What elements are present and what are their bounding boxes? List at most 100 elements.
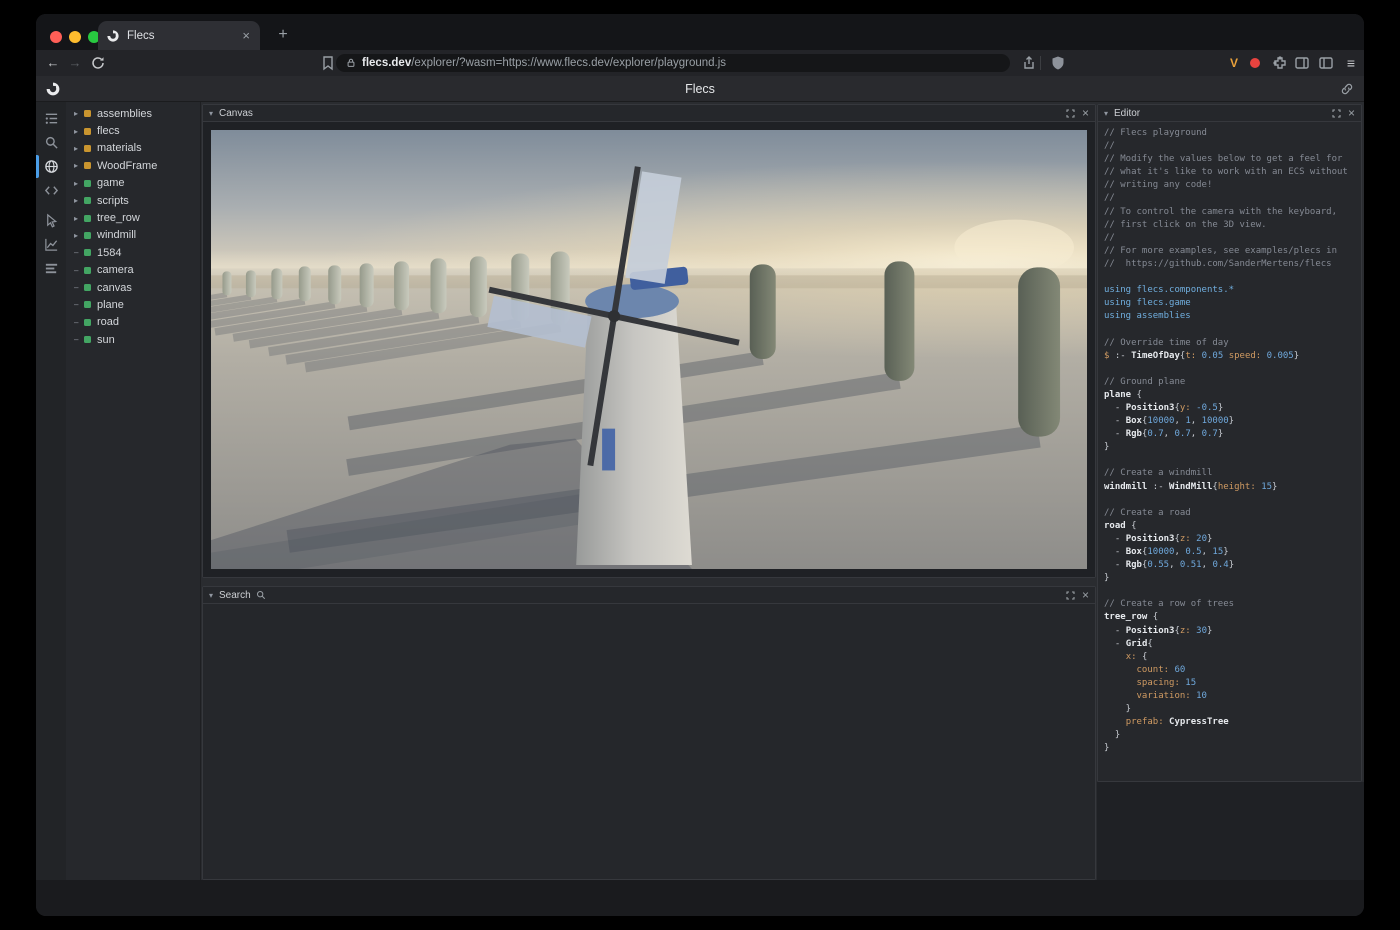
code-line: using flecs.components.* (1104, 284, 1361, 297)
tree-item-label: tree_row (97, 212, 140, 224)
entity-color-icon (84, 336, 91, 343)
share-icon[interactable] (1021, 55, 1037, 71)
canvas-body (203, 122, 1095, 577)
canvas-panel-title: Canvas (219, 108, 253, 119)
site-info-icon[interactable] (346, 58, 356, 68)
url-path: /explorer/?wasm=https://www.flecs.dev/ex… (411, 57, 726, 69)
code-line: } (1104, 441, 1361, 454)
close-tab-icon[interactable]: × (240, 28, 252, 43)
close-window-button[interactable] (50, 31, 62, 43)
expander-icon[interactable]: ▸ (74, 231, 84, 240)
tree-item-flecs[interactable]: ▸flecs (66, 122, 200, 139)
code-line: // (1104, 192, 1361, 205)
entity-color-icon (84, 249, 91, 256)
active-rail-indicator (36, 155, 39, 178)
shield-icon[interactable] (1050, 55, 1066, 71)
expander-icon[interactable]: ▸ (74, 214, 84, 223)
toolbar-divider (1040, 56, 1041, 70)
code-line: // Override time of day (1104, 337, 1361, 350)
address-bar[interactable]: flecs.dev/explorer/?wasm=https://www.fle… (336, 54, 1010, 72)
tree-item-WoodFrame[interactable]: ▸WoodFrame (66, 157, 200, 174)
expander-icon[interactable]: ▸ (74, 144, 84, 153)
forward-button[interactable]: → (66, 54, 84, 72)
url-host: flecs.dev (362, 57, 411, 69)
collapse-chevron-icon[interactable]: ▾ (209, 591, 213, 600)
code-line: } (1104, 703, 1361, 716)
tree-item-windmill[interactable]: ▸windmill (66, 227, 200, 244)
browser-tab[interactable]: Flecs × (98, 21, 260, 50)
editor-panel-header: ▾ Editor × (1098, 105, 1361, 122)
search-body[interactable] (203, 604, 1095, 879)
editor-panel-title: Editor (1114, 108, 1140, 119)
code-line: // For more examples, see examples/plecs… (1104, 245, 1361, 258)
fullscreen-icon[interactable] (1066, 591, 1075, 600)
tree-item-canvas[interactable]: –canvas (66, 279, 200, 296)
extensions-puzzle-icon[interactable] (1272, 55, 1288, 71)
close-panel-icon[interactable]: × (1348, 108, 1355, 118)
bookmark-icon[interactable] (320, 55, 336, 71)
code-line: // Create a road (1104, 507, 1361, 520)
code-line (1104, 363, 1361, 376)
code-line: using flecs.game (1104, 297, 1361, 310)
code-line: - Position3{z: 30} (1104, 625, 1361, 638)
tree-item-plane[interactable]: –plane (66, 296, 200, 313)
fullscreen-icon[interactable] (1332, 109, 1341, 118)
expander-icon[interactable]: ▸ (74, 127, 84, 136)
vimium-extension-icon[interactable]: V (1226, 55, 1242, 71)
code-line: windmill :- WindMill{height: 15} (1104, 481, 1361, 494)
code-line (1104, 585, 1361, 598)
reload-button[interactable] (90, 55, 106, 71)
tree-item-camera[interactable]: –camera (66, 262, 200, 279)
browser-menu-icon[interactable]: ≡ (1342, 54, 1360, 72)
editor-code[interactable]: // Flecs playground//// Modify the value… (1098, 122, 1361, 781)
recorder-extension-icon[interactable] (1250, 58, 1260, 68)
tree-item-scripts[interactable]: ▸scripts (66, 192, 200, 209)
expander-icon[interactable]: ▸ (74, 109, 84, 118)
code-line: spacing: 15 (1104, 677, 1361, 690)
entity-color-icon (84, 215, 91, 222)
close-panel-icon[interactable]: × (1082, 108, 1089, 118)
code-line: // (1104, 232, 1361, 245)
code-line: // Flecs playground (1104, 127, 1361, 140)
collapse-chevron-icon[interactable]: ▾ (209, 109, 213, 118)
code-line: - Rgb{0.55, 0.51, 0.4} (1104, 559, 1361, 572)
back-button[interactable]: ← (44, 54, 62, 72)
tree-item-materials[interactable]: ▸materials (66, 140, 200, 157)
code-line: } (1104, 729, 1361, 742)
rail-scene-icon[interactable] (36, 154, 66, 178)
expander-icon[interactable]: ▸ (74, 196, 84, 205)
collapse-chevron-icon[interactable]: ▾ (1104, 109, 1108, 118)
rail-stats-icon[interactable] (36, 256, 66, 280)
tree-item-sun[interactable]: –sun (66, 331, 200, 348)
fullscreen-icon[interactable] (1066, 109, 1075, 118)
rail-entity-tree-icon[interactable] (36, 106, 66, 130)
minimize-window-button[interactable] (69, 31, 81, 43)
sidebar-toggle-icon[interactable] (1294, 55, 1310, 71)
expander-icon[interactable]: ▸ (74, 161, 84, 170)
tree-item-road[interactable]: –road (66, 314, 200, 331)
new-tab-button[interactable]: + (272, 24, 294, 46)
rail-chart-icon[interactable] (36, 232, 66, 256)
tree-item-assemblies[interactable]: ▸ assemblies (66, 105, 200, 122)
expander-icon[interactable]: ▸ (74, 179, 84, 188)
tree-item-label: assemblies (97, 108, 152, 120)
rail-code-icon[interactable] (36, 178, 66, 202)
reading-list-icon[interactable] (1318, 55, 1334, 71)
close-panel-icon[interactable]: × (1082, 590, 1089, 600)
share-link-icon[interactable] (1340, 82, 1354, 96)
entity-color-icon (84, 232, 91, 239)
tree-item-1584[interactable]: –1584 (66, 244, 200, 261)
code-line: // https://github.com/SanderMertens/flec… (1104, 258, 1361, 271)
editor-panel: ▾ Editor × // Flecs playground//// Modif… (1097, 104, 1362, 782)
tab-strip: Flecs × + (36, 14, 1364, 50)
entity-tree: ▸ assemblies ▸flecs▸materials▸WoodFrame▸ga… (66, 102, 201, 880)
entity-color-icon (84, 145, 91, 152)
tree-item-label: road (97, 316, 119, 328)
tree-item-game[interactable]: ▸game (66, 175, 200, 192)
code-line: count: 60 (1104, 664, 1361, 677)
rail-search-icon[interactable] (36, 130, 66, 154)
entity-color-icon (84, 301, 91, 308)
3d-scene-canvas[interactable] (211, 130, 1087, 569)
rail-inspector-icon[interactable] (36, 208, 66, 232)
tree-item-tree_row[interactable]: ▸ tree_row (66, 209, 200, 226)
